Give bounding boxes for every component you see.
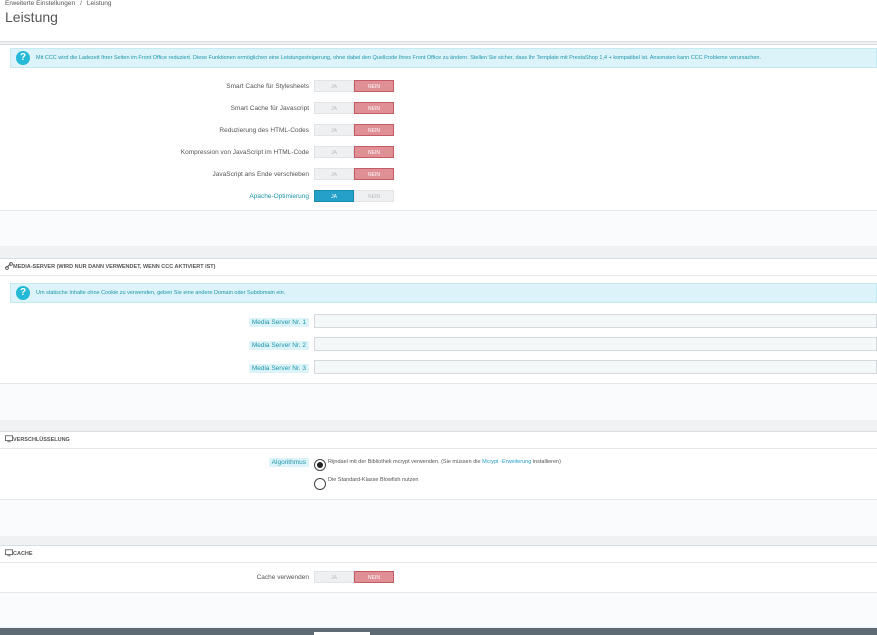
field-label: Media Server Nr. 1: [248, 318, 309, 327]
js-compression-switch[interactable]: JA NEIN: [314, 146, 394, 158]
media-server-panel: Media-Server (wird nur dann verwendet, w…: [0, 258, 877, 420]
panel-heading: Verschlüsselung: [0, 432, 877, 449]
switch-no[interactable]: NEIN: [354, 124, 394, 136]
question-icon: ?: [16, 286, 30, 300]
encryption-panel: Verschlüsselung Algorithmus Rijndael mit…: [0, 431, 877, 536]
monitor-icon: [5, 549, 13, 557]
smart-cache-js-switch[interactable]: JA NEIN: [314, 102, 394, 114]
blowfish-option-text: Die Standard-Klasse Blowfish nutzen: [328, 477, 419, 483]
media-alert-text: Um statische Inhalte ohne Cookie zu verw…: [36, 290, 286, 296]
switch-no[interactable]: NEIN: [354, 571, 394, 583]
ccc-alert-text: Mit CCC wird die Ladezeit Ihrer Seiten i…: [36, 55, 762, 61]
question-icon: ?: [16, 51, 30, 65]
panel-heading: Cache: [0, 546, 877, 563]
smart-cache-css-switch[interactable]: JA NEIN: [314, 80, 394, 92]
panel-footer: [0, 499, 877, 536]
breadcrumb-separator: /: [80, 0, 82, 7]
media-server-3-input[interactable]: [314, 360, 877, 374]
option-label: Kompression von JavaScript im HTML-Code: [180, 149, 309, 156]
switch-yes[interactable]: JA: [314, 146, 354, 158]
panel-footer: [0, 210, 877, 246]
option-label: Smart Cache für Javascript: [230, 105, 309, 112]
breadcrumb-current: Leistung: [86, 0, 112, 7]
switch-no[interactable]: NEIN: [354, 190, 394, 202]
blowfish-radio[interactable]: [314, 478, 326, 490]
cache-label: Cache verwenden: [256, 574, 309, 581]
field-label: Media Server Nr. 3: [248, 364, 309, 373]
panel-heading-text: Media-Server (wird nur dann verwendet, w…: [13, 264, 216, 270]
panel-footer: [0, 383, 877, 420]
media-server-2-input[interactable]: [314, 337, 877, 351]
option-label: Smart Cache für Stylesheets: [226, 83, 309, 90]
mcrypt-link[interactable]: Mcrypt -Erweiterung: [482, 459, 531, 465]
html-reduction-switch[interactable]: JA NEIN: [314, 124, 394, 136]
switch-yes[interactable]: JA: [314, 102, 354, 114]
rijndael-text-before: Rijndael mit der Bibliothek mcrypt verwe…: [328, 459, 481, 465]
cache-switch[interactable]: JA NEIN: [314, 571, 394, 583]
field-label: Media Server Nr. 2: [248, 341, 309, 350]
algorithm-label: Algorithmus: [268, 458, 309, 467]
switch-no[interactable]: NEIN: [354, 168, 394, 180]
switch-yes[interactable]: JA: [314, 124, 354, 136]
switch-yes[interactable]: JA: [314, 80, 354, 92]
js-defer-switch[interactable]: JA NEIN: [314, 168, 394, 180]
panel-heading-text: Verschlüsselung: [13, 437, 70, 443]
option-label: JavaScript ans Ende verschieben: [212, 171, 309, 178]
option-label: Apache-Optimierung: [249, 193, 309, 200]
switch-yes[interactable]: JA: [314, 168, 354, 180]
option-label: Reduzierung des HTML-Codes: [219, 127, 309, 134]
ccc-panel: ? Mit CCC wird die Ladezeit Ihrer Seiten…: [0, 44, 877, 246]
media-server-1-input[interactable]: [314, 314, 877, 328]
monitor-icon: [5, 435, 13, 443]
breadcrumb-parent[interactable]: Erweiterte Einstellungen: [5, 0, 75, 7]
page-header: Erweiterte Einstellungen / Leistung Leistu…: [0, 0, 877, 42]
panel-heading: Media-Server (wird nur dann verwendet, w…: [0, 259, 877, 276]
bottom-bar: [0, 628, 877, 635]
switch-no[interactable]: NEIN: [354, 146, 394, 158]
ccc-info-alert: ? Mit CCC wird die Ladezeit Ihrer Seiten…: [10, 48, 877, 68]
switch-yes[interactable]: JA: [314, 571, 354, 583]
media-info-alert: ? Um statische Inhalte ohne Cookie zu ve…: [10, 283, 877, 303]
rijndael-option-text: Rijndael mit der Bibliothek mcrypt verwe…: [328, 459, 561, 465]
switch-no[interactable]: NEIN: [354, 80, 394, 92]
panel-footer: [0, 592, 877, 627]
panel-heading-text: Cache: [13, 551, 33, 557]
apache-optimization-switch[interactable]: JA NEIN: [314, 190, 394, 202]
switch-yes[interactable]: JA: [314, 190, 354, 202]
link-icon: [5, 262, 13, 270]
rijndael-radio[interactable]: [314, 459, 326, 471]
page-title: Leistung: [5, 9, 58, 25]
cache-panel: Cache Cache verwenden JA NEIN: [0, 545, 877, 627]
breadcrumb: Erweiterte Einstellungen / Leistung: [5, 0, 112, 7]
switch-no[interactable]: NEIN: [354, 102, 394, 114]
rijndael-text-after: installieren): [532, 459, 561, 465]
